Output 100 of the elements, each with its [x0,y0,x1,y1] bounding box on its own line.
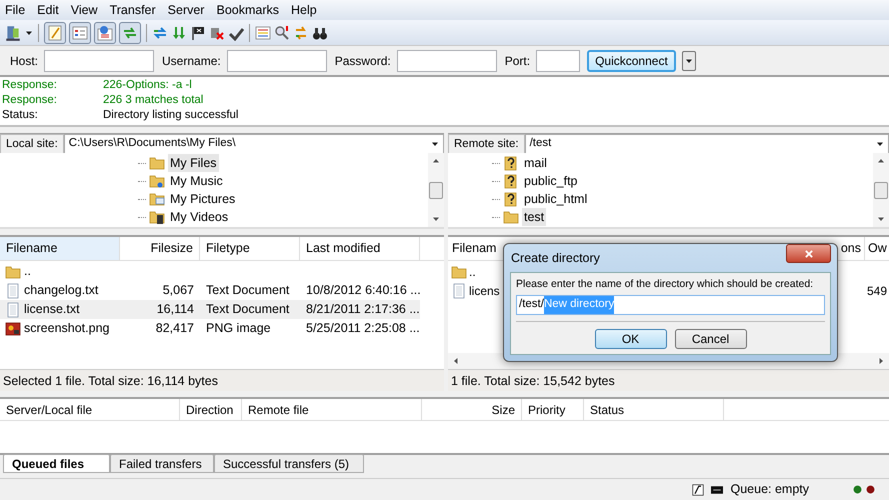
dropdown-arrow-icon[interactable] [25,28,33,36]
activity-light-icon [853,485,862,494]
menu-item[interactable]: Server [166,0,206,20]
video-folder-icon [149,209,165,225]
tree-item[interactable]: public_ftp [522,172,580,190]
input-field[interactable] [396,50,497,72]
status-text: 1 file. Total size: 15,542 bytes [448,369,889,391]
transfer-arrows-icon [122,24,138,40]
column-header[interactable]: Direction [180,399,242,420]
scroll-down-icon [432,215,440,223]
caret-icon [684,57,693,65]
tree-icon [72,24,88,40]
tree-item[interactable]: test [522,208,546,226]
refresh-icon[interactable] [152,24,168,40]
tree-item[interactable]: My Pictures [168,190,238,208]
toggle-button[interactable] [94,22,116,44]
tab[interactable]: Successful transfers (5) [214,454,364,473]
file-name[interactable]: license.txt [24,300,80,319]
table-cell: 5,067 [162,283,194,298]
menu-item[interactable]: Transfer [108,0,157,20]
question-folder-icon [503,173,519,189]
table-cell: 82,417 [156,321,194,336]
activity-light-icon [866,485,875,494]
file-name[interactable]: .. [469,262,476,280]
tree-item[interactable]: public_html [522,190,590,208]
input-field[interactable]: /test/New directory [516,295,825,315]
path-dropdown[interactable]: /test [524,134,889,154]
toggle-button[interactable] [44,22,66,44]
tab[interactable]: Queued files [3,454,110,473]
filter-icon[interactable] [255,24,271,40]
scroll-up-icon [432,157,440,165]
question-folder-icon [503,191,519,207]
column-header[interactable]: Priority [522,399,584,420]
log-message: 226 3 matches total [103,93,204,108]
dropdown-button[interactable] [682,51,696,71]
log-message: Directory listing successful [103,108,238,123]
menu-item[interactable]: Help [290,0,318,20]
site-label: Local site: [0,134,64,154]
close-button[interactable] [786,244,831,263]
picture-folder-icon [149,191,165,207]
table-cell: 549 [867,284,888,298]
scroll-right-icon [877,357,885,365]
table-cell: 10/8/2012 6:40:16 ... [306,283,421,298]
document-icon [5,282,21,298]
ok-button[interactable]: OK [594,329,666,349]
column-header[interactable]: Last modified [300,237,420,260]
scrollbar-thumb[interactable] [429,182,443,198]
table-cell: 16,114 [156,302,194,316]
site-label: Remote site: [448,134,525,154]
column-header[interactable]: Status [584,399,724,420]
tree-item[interactable]: mail [522,154,549,172]
input-field[interactable] [44,50,154,72]
toggle-button[interactable] [69,22,91,44]
column-header[interactable]: Filename [0,237,120,260]
document-icon [5,302,21,318]
flag-icon[interactable] [190,24,206,40]
column-header[interactable]: Server/Local file [0,399,180,420]
menu-item[interactable]: Bookmarks [215,0,280,20]
input-field[interactable] [226,50,327,72]
menu-item[interactable]: Edit [36,0,60,20]
file-name[interactable]: screenshot.png [24,319,110,338]
search-icon[interactable] [274,24,290,40]
binary-mode-icon [692,482,704,496]
column-header[interactable]: Filesize [120,237,200,260]
dropdown-arrow-icon [431,140,439,148]
column-header[interactable]: Filetype [200,237,300,260]
status-text: Selected 1 file. Total size: 16,114 bytes [0,369,444,391]
file-name[interactable]: changelog.txt [24,281,98,300]
file-name[interactable]: licens [469,282,500,300]
folder-icon [503,209,519,225]
server-icon[interactable] [4,24,22,42]
log-icon [47,24,63,40]
tree-item[interactable]: My Music [168,172,225,190]
question-folder-icon [503,155,519,171]
scrollbar-thumb[interactable] [874,182,888,198]
tree-item[interactable]: My Files [168,154,219,172]
column-header[interactable]: Ow [865,237,889,260]
path-dropdown[interactable]: C:\Users\R\Documents\My Files\ [64,134,444,154]
field-label: Host: [10,53,38,70]
quickconnect-button[interactable]: Quickconnect [587,50,676,72]
menu-item[interactable]: File [4,0,26,20]
tree-item[interactable]: My Videos [168,208,230,226]
document-icon [451,282,467,298]
toggle-button[interactable] [119,22,141,44]
log-label: Status: [1,108,39,123]
column-header[interactable]: Size [422,399,522,420]
column-header[interactable]: Remote file [242,399,422,420]
field-label: Port: [504,53,530,70]
tab[interactable]: Failed transfers [110,454,214,473]
menu-item[interactable]: View [70,0,99,20]
log-label: Response: [1,78,58,93]
input-field[interactable] [536,50,580,72]
remote-tree-icon [97,24,113,40]
column-header[interactable]: Filenam [448,237,500,260]
close-icon [804,248,814,258]
field-label: Password: [334,53,391,70]
file-name[interactable]: .. [24,262,31,281]
cancel-button[interactable]: Cancel [674,329,746,349]
log-label: Response: [1,93,58,108]
folder-icon [451,264,467,280]
